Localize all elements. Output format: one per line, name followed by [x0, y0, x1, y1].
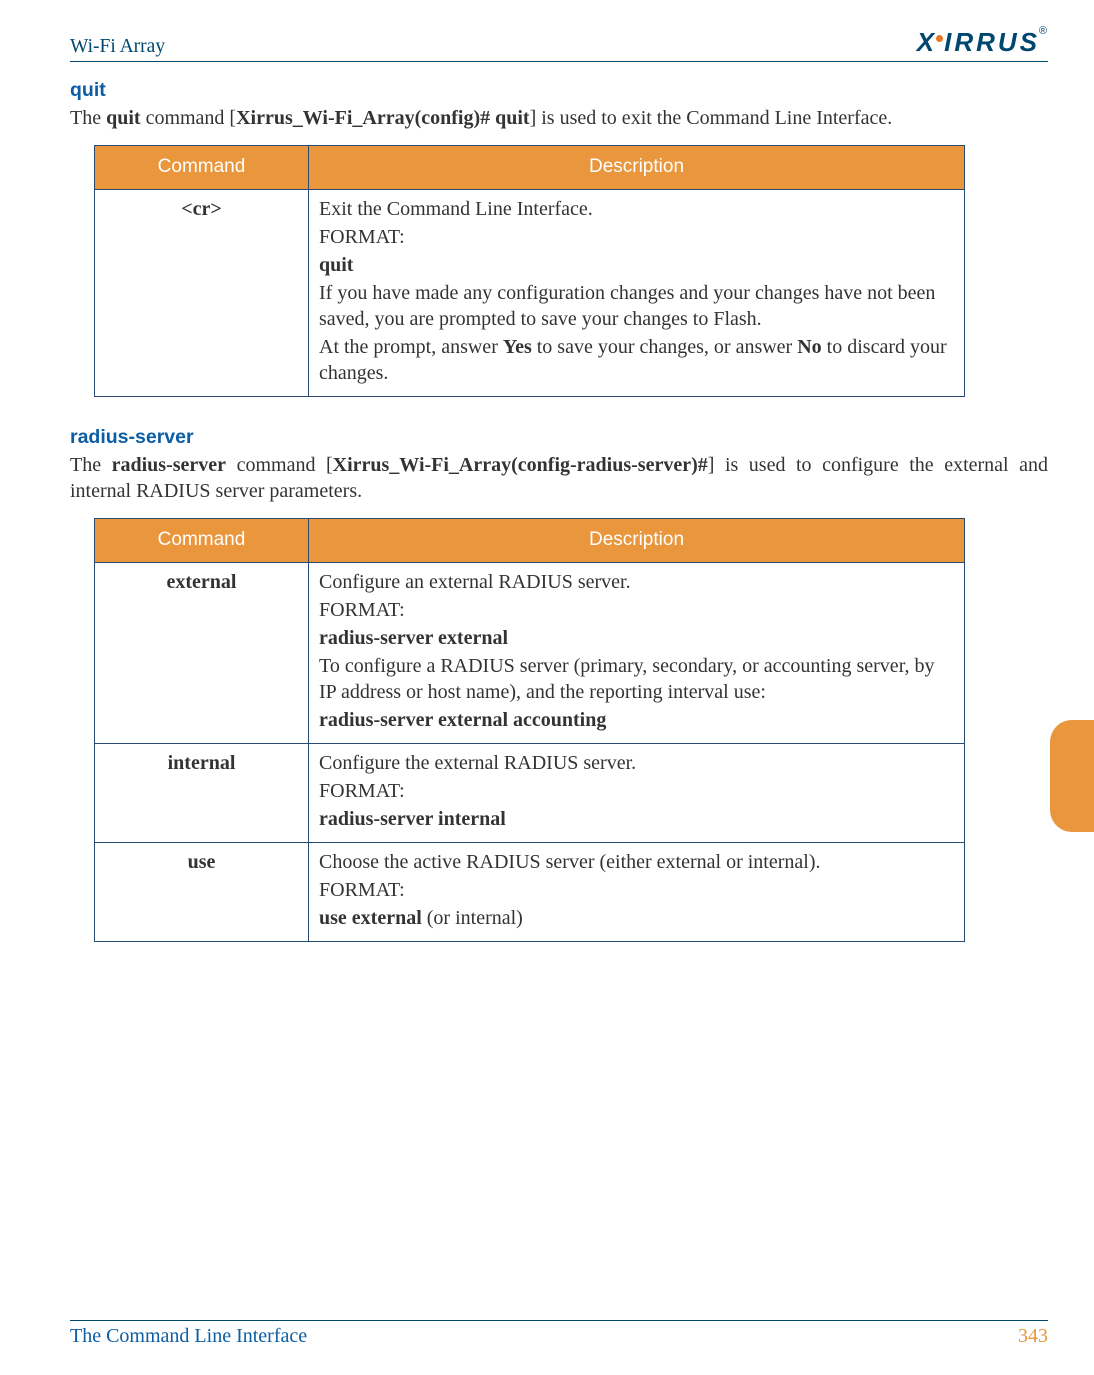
text: to save your changes, or answer — [532, 336, 797, 358]
text: ] is used to exit the Command Line Inter… — [530, 107, 893, 129]
format-keyword: use external — [319, 907, 422, 929]
table-row: external Configure an external RADIUS se… — [95, 562, 965, 743]
format-label: FORMAT: — [319, 877, 954, 903]
command-name: radius-server — [112, 454, 226, 476]
cell-command: external — [95, 562, 309, 743]
registered-mark: ® — [1039, 24, 1048, 38]
table-radius: Command Description external Configure a… — [94, 518, 965, 942]
cli-prompt: Xirrus_Wi-Fi_Array(config)# quit — [236, 107, 530, 129]
cell-command: internal — [95, 743, 309, 842]
section-heading-quit: quit — [70, 78, 1048, 103]
side-tab-icon — [1050, 720, 1094, 832]
page-number: 343 — [1018, 1323, 1048, 1349]
desc-line: Configure the external RADIUS server. — [319, 750, 954, 776]
desc-line: Exit the Command Line Interface. — [319, 196, 954, 222]
desc-line: Configure an external RADIUS server. — [319, 569, 954, 595]
section-intro-radius: The radius-server command [Xirrus_Wi-Fi_… — [70, 452, 1048, 504]
desc-line: Choose the active RADIUS server (either … — [319, 849, 954, 875]
col-header-command: Command — [95, 146, 309, 190]
col-header-description: Description — [309, 146, 965, 190]
brand-logo: XIRRUS® — [917, 26, 1048, 60]
table-header-row: Command Description — [95, 519, 965, 563]
section-heading-radius: radius-server — [70, 425, 1048, 450]
format-keyword: quit — [319, 252, 954, 278]
keyword-no: No — [797, 336, 821, 358]
dot-icon — [936, 35, 943, 42]
desc-line: To configure a RADIUS server (primary, s… — [319, 653, 954, 705]
cell-description: Exit the Command Line Interface. FORMAT:… — [309, 189, 965, 396]
cell-command: use — [95, 842, 309, 941]
keyword-yes: Yes — [503, 336, 532, 358]
text: The — [70, 107, 106, 129]
text: (or internal) — [422, 907, 523, 929]
desc-line: At the prompt, answer Yes to save your c… — [319, 334, 954, 386]
brand-letter: I — [944, 26, 952, 60]
brand-letter: S — [1020, 26, 1038, 60]
footer-section-title: The Command Line Interface — [70, 1323, 307, 1349]
format-label: FORMAT: — [319, 597, 954, 623]
col-header-command: Command — [95, 519, 309, 563]
format-line: use external (or internal) — [319, 905, 954, 931]
format-label: FORMAT: — [319, 778, 954, 804]
brand-letter: R — [954, 26, 974, 60]
cell-description: Configure the external RADIUS server. FO… — [309, 743, 965, 842]
cli-prompt: Xirrus_Wi-Fi_Array(config-radius-server)… — [333, 454, 708, 476]
table-header-row: Command Description — [95, 146, 965, 190]
cell-description: Choose the active RADIUS server (either … — [309, 842, 965, 941]
table-row: <cr> Exit the Command Line Interface. FO… — [95, 189, 965, 396]
brand-letter: X — [917, 26, 935, 60]
desc-line: If you have made any configuration chang… — [319, 280, 954, 332]
table-row: use Choose the active RADIUS server (eit… — [95, 842, 965, 941]
page-header: Wi-Fi Array XIRRUS® — [70, 26, 1048, 62]
section-intro-quit: The quit command [Xirrus_Wi-Fi_Array(con… — [70, 105, 1048, 131]
cell-command: <cr> — [95, 189, 309, 396]
text: The — [70, 454, 112, 476]
table-quit: Command Description <cr> Exit the Comman… — [94, 145, 965, 397]
brand-letter: U — [998, 26, 1018, 60]
format-keyword: radius-server external accounting — [319, 707, 954, 733]
text: At the prompt, answer — [319, 336, 503, 358]
brand-letter: R — [976, 26, 996, 60]
format-keyword: radius-server external — [319, 625, 954, 651]
table-row: internal Configure the external RADIUS s… — [95, 743, 965, 842]
header-title: Wi-Fi Array — [70, 34, 165, 59]
format-label: FORMAT: — [319, 224, 954, 250]
col-header-description: Description — [309, 519, 965, 563]
page-footer: The Command Line Interface 343 — [70, 1320, 1048, 1349]
text: command [ — [226, 454, 333, 476]
cell-description: Configure an external RADIUS server. FOR… — [309, 562, 965, 743]
text: command [ — [141, 107, 237, 129]
format-keyword: radius-server internal — [319, 806, 954, 832]
command-name: quit — [106, 107, 140, 129]
